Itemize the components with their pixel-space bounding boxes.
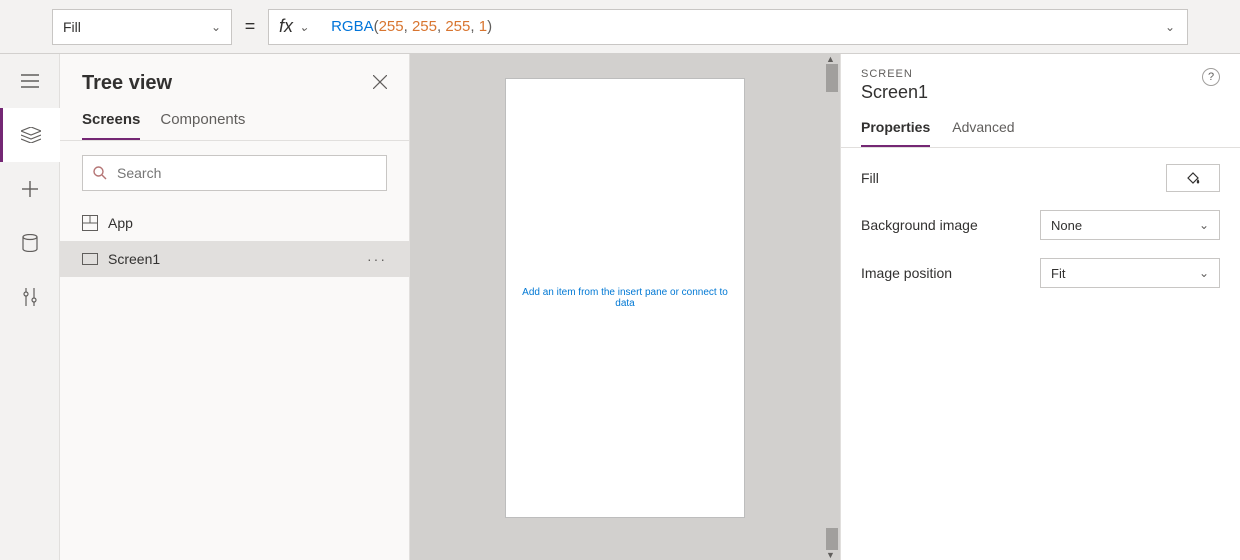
property-selector-value: Fill — [63, 19, 81, 35]
tree-item-app[interactable]: App — [60, 205, 409, 241]
left-rail — [0, 54, 60, 560]
prop-label: Fill — [861, 170, 879, 186]
background-image-select[interactable]: None ⌄ — [1040, 210, 1220, 240]
scroll-thumb[interactable] — [826, 528, 838, 550]
screen-icon — [82, 253, 98, 265]
close-icon — [373, 75, 387, 89]
chevron-down-icon: ⌄ — [211, 20, 221, 34]
prop-row-background: Background image None ⌄ — [861, 210, 1220, 240]
tree-view-button[interactable] — [0, 108, 60, 162]
formula-text: RGBA(255, 255, 255, 1) — [331, 18, 492, 35]
object-type-label: SCREEN — [861, 68, 928, 80]
props-tabs: Properties Advanced — [841, 111, 1240, 148]
prop-row-fill: Fill — [861, 164, 1220, 192]
tree-view-panel: Tree view Screens Components App Sc — [60, 54, 410, 560]
search-icon — [93, 166, 107, 180]
data-button[interactable] — [0, 216, 60, 270]
help-button[interactable]: ? — [1202, 68, 1220, 86]
equals-label: = — [232, 16, 268, 37]
search-field[interactable] — [117, 165, 376, 181]
tab-properties[interactable]: Properties — [861, 119, 930, 147]
app-icon — [82, 215, 98, 231]
tree-item-label: App — [108, 215, 133, 231]
chevron-down-icon: ⌄ — [299, 20, 309, 34]
tools-button[interactable] — [0, 270, 60, 324]
properties-panel: SCREEN Screen1 ? Properties Advanced Fil… — [840, 54, 1240, 560]
tree-list: App Screen1 ··· — [60, 205, 409, 560]
insert-button[interactable] — [0, 162, 60, 216]
tab-screens[interactable]: Screens — [82, 111, 140, 140]
tree-item-label: Screen1 — [108, 251, 160, 267]
fx-label: fx — [279, 16, 293, 37]
sliders-icon — [22, 288, 38, 306]
fill-color-button[interactable] — [1166, 164, 1220, 192]
more-button[interactable]: ··· — [367, 251, 387, 267]
scroll-thumb[interactable] — [826, 64, 838, 92]
canvas-scrollbar[interactable]: ▲ ▼ — [826, 54, 838, 560]
prop-row-position: Image position Fit ⌄ — [861, 258, 1220, 288]
tab-components[interactable]: Components — [160, 111, 245, 140]
scroll-down-icon: ▼ — [826, 550, 838, 560]
select-value: None — [1051, 218, 1082, 233]
database-icon — [22, 234, 38, 252]
chevron-down-icon[interactable]: ⌄ — [1165, 20, 1175, 34]
chevron-down-icon: ⌄ — [1199, 266, 1209, 280]
tree-view-title: Tree view — [82, 72, 172, 95]
layers-icon — [21, 127, 41, 143]
object-name: Screen1 — [861, 82, 928, 103]
image-position-select[interactable]: Fit ⌄ — [1040, 258, 1220, 288]
fx-button[interactable]: fx ⌄ — [268, 9, 319, 45]
tab-advanced[interactable]: Advanced — [952, 119, 1014, 147]
canvas-area: Add an item from the insert pane or conn… — [410, 54, 840, 560]
formula-bar: Fill ⌄ = fx ⌄ RGBA(255, 255, 255, 1) ⌄ — [0, 0, 1240, 54]
scroll-up-icon: ▲ — [826, 54, 838, 64]
canvas-hint: Add an item from the insert pane or conn… — [506, 287, 744, 309]
close-button[interactable] — [373, 73, 387, 94]
plus-icon — [22, 181, 38, 197]
property-selector[interactable]: Fill ⌄ — [52, 9, 232, 45]
canvas-screen[interactable]: Add an item from the insert pane or conn… — [505, 78, 745, 518]
tree-item-screen1[interactable]: Screen1 ··· — [60, 241, 409, 277]
tree-tabs: Screens Components — [60, 101, 409, 141]
select-value: Fit — [1051, 266, 1065, 281]
formula-input[interactable]: RGBA(255, 255, 255, 1) ⌄ — [319, 9, 1188, 45]
prop-label: Image position — [861, 265, 952, 281]
chevron-down-icon: ⌄ — [1199, 218, 1209, 232]
hamburger-button[interactable] — [0, 54, 60, 108]
paint-bucket-icon — [1185, 170, 1201, 186]
hamburger-icon — [21, 74, 39, 88]
prop-label: Background image — [861, 217, 978, 233]
search-input[interactable] — [82, 155, 387, 191]
